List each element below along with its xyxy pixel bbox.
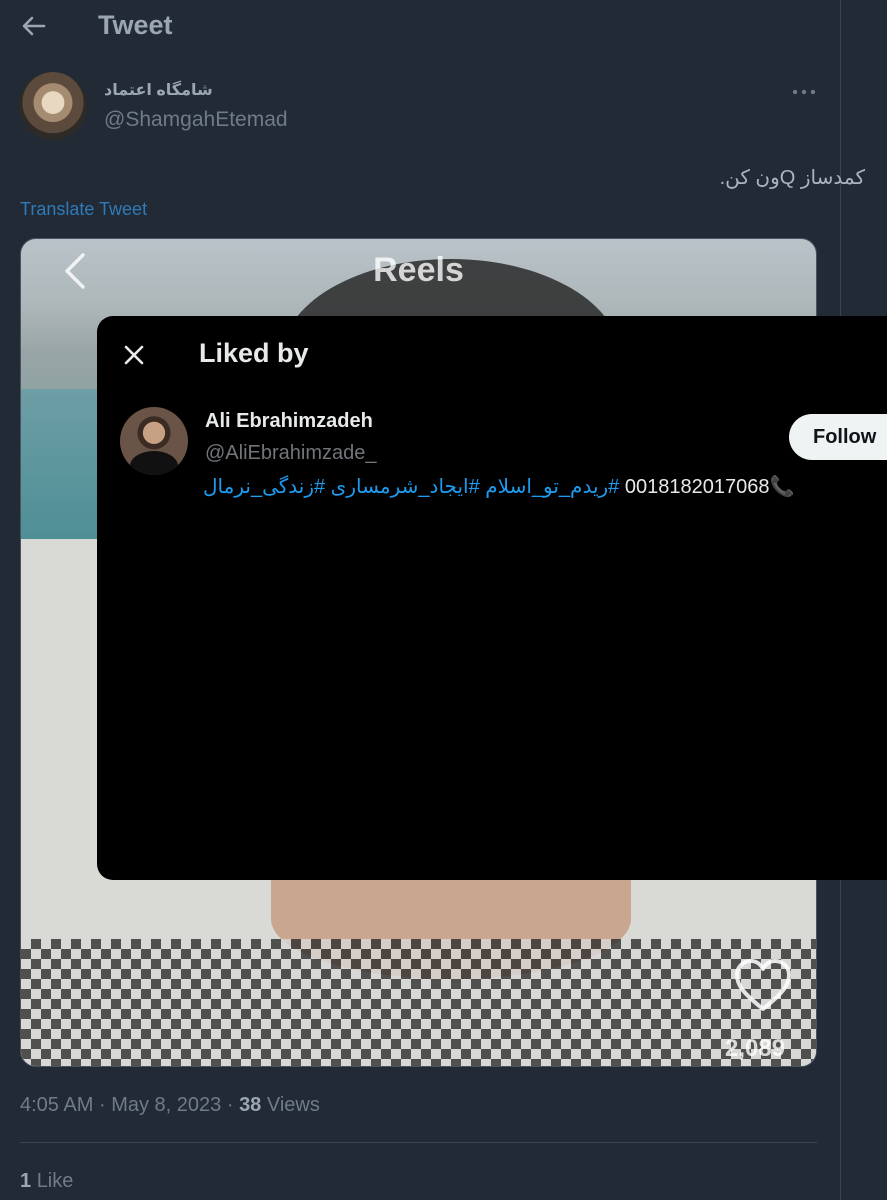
user-bio: 📞0018182017068 #ریدم_تو_اسلام #ایجاد_شرم… [203, 474, 843, 499]
likes-label: Like [36, 1170, 74, 1192]
user-avatar[interactable] [120, 407, 188, 475]
liked-by-dialog: Liked by Ali Ebrahimzadeh @AliEbrahimzad… [97, 316, 887, 880]
divider [20, 1142, 817, 1143]
views-count: 38 [239, 1094, 262, 1116]
likes-count: 1 [20, 1170, 32, 1192]
bio-phone: 📞0018182017068 [624, 476, 795, 498]
media-heart-icon [735, 959, 791, 1011]
media-overlay-title: Reels [373, 251, 464, 289]
user-name[interactable]: Ali Ebrahimzadeh [205, 410, 373, 433]
header: Tweet [0, 0, 840, 52]
bio-hashtag[interactable]: #زندگی_نرمال [203, 476, 325, 498]
meta-separator: · [98, 1094, 106, 1116]
author-handle[interactable]: @ShamgahEtemad [104, 108, 288, 132]
back-arrow-icon[interactable] [18, 10, 50, 42]
author-avatar[interactable] [19, 72, 87, 140]
user-handle: @AliEbrahimzade_ [205, 442, 377, 464]
more-options-icon[interactable] [790, 80, 818, 104]
views-label: Views [266, 1094, 320, 1116]
tweet-date[interactable]: May 8, 2023 [111, 1094, 221, 1116]
bio-hashtag[interactable]: #ایجاد_شرمساری [331, 476, 480, 498]
meta-separator: · [226, 1094, 234, 1116]
tweet-meta: 4:05 AM · May 8, 2023 · 38 Views [20, 1094, 320, 1117]
media-person-shirt [21, 939, 816, 1066]
close-icon[interactable] [119, 340, 149, 370]
likes-link[interactable]: 1 Like [20, 1170, 73, 1193]
bio-hashtag[interactable]: #ریدم_تو_اسلام [485, 476, 619, 498]
media-like-count: 2,089 [725, 1035, 786, 1062]
tweet-text: کمدساز Qون کن. [719, 167, 865, 189]
author-name[interactable]: شامگاه اعتماد [104, 80, 213, 100]
dialog-title: Liked by [199, 338, 309, 368]
page-title: Tweet [98, 10, 173, 40]
translate-tweet-link[interactable]: Translate Tweet [20, 199, 147, 220]
tweet-time[interactable]: 4:05 AM [20, 1094, 93, 1116]
follow-button[interactable]: Follow [789, 414, 887, 460]
